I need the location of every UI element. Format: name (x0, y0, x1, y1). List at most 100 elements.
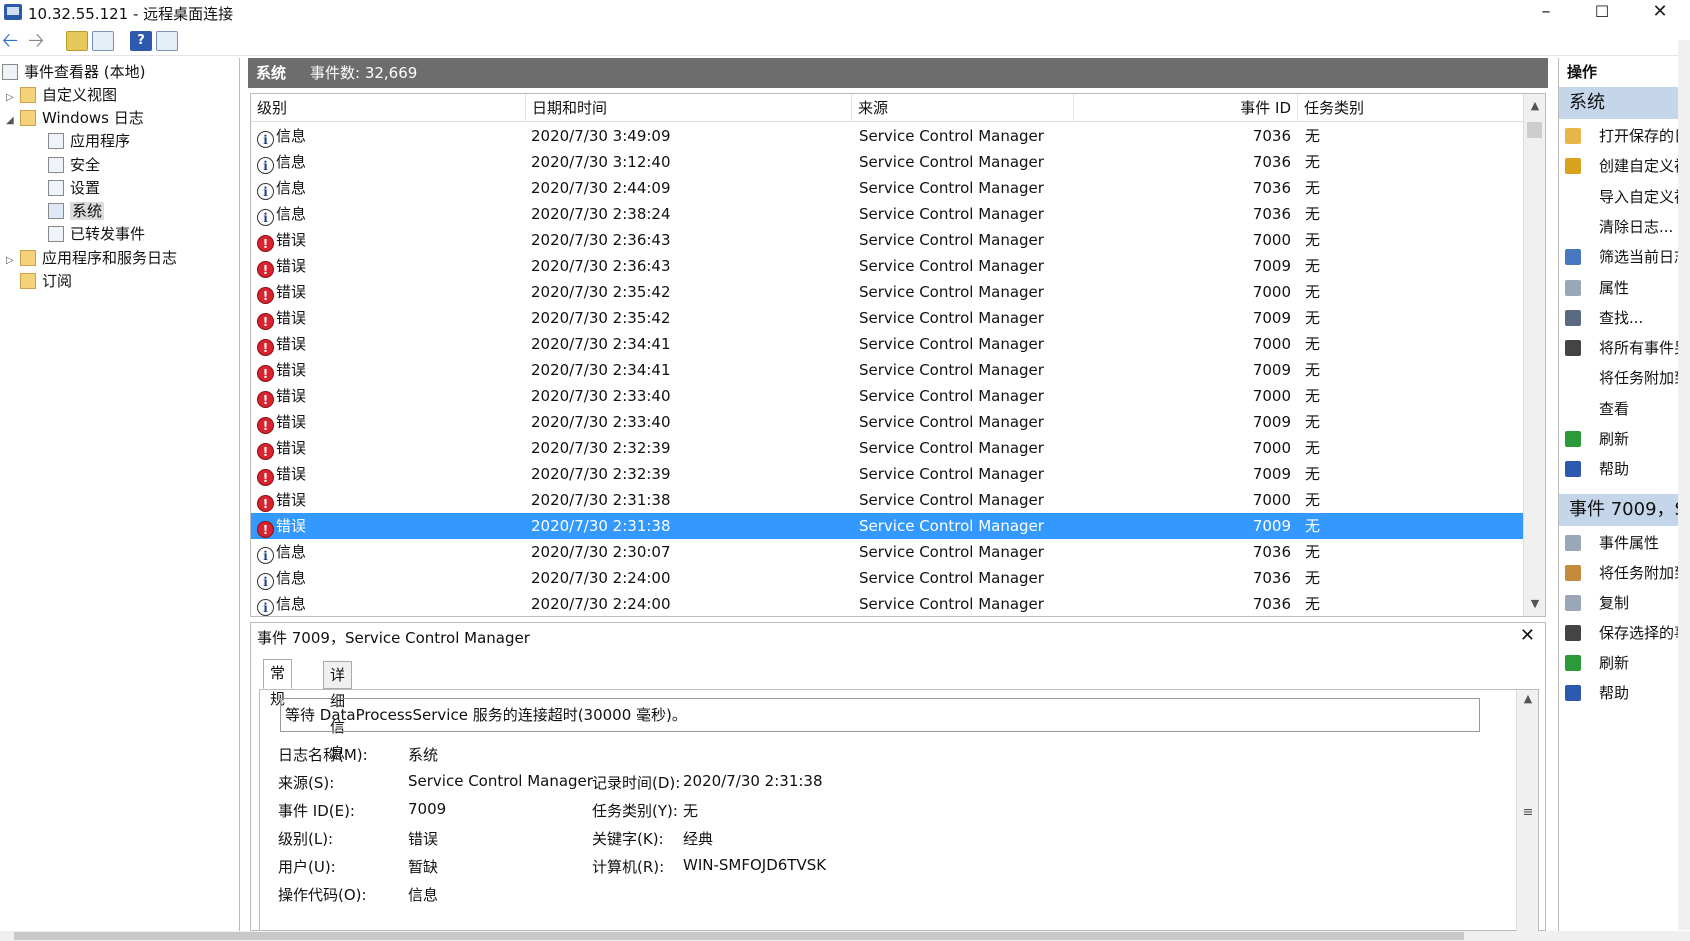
tab-general[interactable]: 常规 (263, 659, 293, 708)
event-message[interactable]: 等待 DataProcessService 服务的连接超时(30000 毫秒)。 (280, 698, 1480, 732)
level-text: 错误 (276, 517, 307, 535)
action-item[interactable]: 保存选择的事 (1559, 618, 1690, 648)
actions-section-event[interactable]: 事件 7009，S (1559, 494, 1690, 526)
scroll-grip-icon[interactable]: ≡ (1517, 805, 1539, 820)
column-header-source[interactable]: 来源 (852, 94, 1074, 122)
show-tree-icon[interactable] (92, 31, 114, 51)
maximize-icon[interactable]: ☐ (1574, 0, 1630, 26)
action-label: 属性 (1599, 278, 1630, 297)
table-row[interactable]: i 信息 2020/7/30 2:38:24 Service Control Mana… (251, 201, 1523, 227)
show-action-pane-icon[interactable] (156, 31, 178, 51)
table-row[interactable]: ! 错误 2020/7/30 2:33:40 Service Control Mana… (251, 383, 1523, 409)
action-item[interactable]: 创建自定义视 (1559, 151, 1690, 181)
help-icon (1565, 685, 1581, 701)
action-item[interactable]: 查看 (1559, 394, 1690, 424)
table-row[interactable]: ! 错误 2020/7/30 2:35:42 Service Control Mana… (251, 279, 1523, 305)
action-item[interactable]: 导入自定义视 (1559, 182, 1690, 212)
forward-arrow-icon[interactable]: 🡢 (28, 30, 50, 51)
info-icon: i (257, 599, 274, 616)
collapse-icon[interactable]: ◢ (6, 109, 20, 133)
level-text: 错误 (276, 335, 307, 353)
tree-item-windows-logs[interactable]: ◢ Windows 日志 (6, 106, 144, 130)
action-item[interactable]: 复制 (1559, 588, 1690, 618)
table-row[interactable]: i 信息 2020/7/30 3:12:40 Service Control Mana… (251, 149, 1523, 175)
detail-scrollbar[interactable]: ▲ ≡ (1516, 690, 1538, 933)
action-item[interactable]: 属性 (1559, 273, 1690, 303)
actions-section-system[interactable]: 系统 (1559, 87, 1690, 119)
scroll-thumb[interactable] (1527, 122, 1542, 138)
column-header-task[interactable]: 任务类别 (1298, 94, 1523, 122)
event-properties-icon (1565, 535, 1581, 551)
tree-item-setup[interactable]: 设置 (48, 176, 100, 200)
action-item[interactable]: 将任务附加到 (1559, 558, 1690, 588)
action-item[interactable]: 打开保存的日 (1559, 121, 1690, 151)
action-item[interactable]: 清除日志... (1559, 212, 1690, 242)
action-item[interactable]: 刷新 (1559, 648, 1690, 678)
column-header-event-id[interactable]: 事件 ID (1074, 94, 1298, 122)
close-icon[interactable]: ✕ (1632, 0, 1688, 26)
subscription-icon (20, 273, 36, 289)
table-row[interactable]: i 信息 2020/7/30 2:30:07 Service Control Mana… (251, 539, 1523, 565)
table-row[interactable]: ! 错误 2020/7/30 2:35:42 Service Control Mana… (251, 305, 1523, 331)
filter-icon (1565, 249, 1581, 266)
scroll-up-icon[interactable]: ▲ (1524, 96, 1545, 116)
source-cell: Service Control Manager (859, 491, 1044, 509)
tree-item-root[interactable]: 事件查看器 (本地) (2, 60, 145, 84)
action-item[interactable]: 将任务附加到 (1559, 363, 1690, 393)
tab-details[interactable]: 详细信息 (323, 661, 353, 762)
action-item[interactable]: 刷新 (1559, 424, 1690, 454)
table-row[interactable]: ! 错误 2020/7/30 2:31:38 Service Control Mana… (251, 513, 1523, 539)
tree-item-security[interactable]: 安全 (48, 153, 100, 177)
table-row[interactable]: ! 错误 2020/7/30 2:34:41 Service Control Mana… (251, 357, 1523, 383)
datetime-cell: 2020/7/30 2:32:39 (531, 439, 671, 457)
back-arrow-icon[interactable]: 🡠 (2, 30, 24, 51)
event-list-scrollbar[interactable]: ▲ ▼ (1523, 94, 1545, 616)
table-row[interactable]: ! 错误 2020/7/30 2:33:40 Service Control Mana… (251, 409, 1523, 435)
scroll-down-icon[interactable]: ▼ (1524, 594, 1545, 614)
table-row[interactable]: ! 错误 2020/7/30 2:36:43 Service Control Mana… (251, 227, 1523, 253)
table-row[interactable]: ! 错误 2020/7/30 2:36:43 Service Control Mana… (251, 253, 1523, 279)
task-cell: 无 (1305, 491, 1321, 509)
tree-item-system[interactable]: 系统 (48, 199, 105, 223)
copy-icon (1565, 595, 1581, 611)
column-header-datetime[interactable]: 日期和时间 (526, 94, 852, 122)
table-row[interactable]: i 信息 2020/7/30 2:24:00 Service Control Mana… (251, 591, 1523, 616)
close-detail-icon[interactable]: ✕ (1520, 625, 1535, 646)
scroll-thumb[interactable] (14, 932, 1464, 940)
task-cell: 无 (1305, 543, 1321, 561)
action-item[interactable]: 筛选当前日志 (1559, 242, 1690, 272)
table-row[interactable]: ! 错误 2020/7/30 2:34:41 Service Control Mana… (251, 331, 1523, 357)
action-item[interactable]: 将所有事件另 (1559, 333, 1690, 363)
table-row[interactable]: ! 错误 2020/7/30 2:32:39 Service Control Mana… (251, 461, 1523, 487)
action-item[interactable]: 帮助 (1559, 678, 1690, 708)
help-icon[interactable]: ? (130, 31, 152, 51)
table-row[interactable]: i 信息 2020/7/30 2:44:09 Service Control Mana… (251, 175, 1523, 201)
column-header-level[interactable]: 级别 (251, 94, 526, 122)
tree-item-application[interactable]: 应用程序 (48, 129, 130, 153)
scroll-up-icon[interactable]: ▲ (1517, 692, 1539, 705)
action-item[interactable]: 查找... (1559, 303, 1690, 333)
expand-icon[interactable]: ▷ (6, 249, 20, 273)
level-text: 错误 (276, 257, 307, 275)
tree-item-app-service-logs[interactable]: ▷ 应用程序和服务日志 (6, 246, 177, 270)
tree-item-forwarded-events[interactable]: 已转发事件 (48, 222, 145, 246)
table-row[interactable]: i 信息 2020/7/30 3:49:09 Service Control Mana… (251, 123, 1523, 149)
action-item[interactable]: 事件属性 (1559, 528, 1690, 558)
table-row[interactable]: ! 错误 2020/7/30 2:32:39 Service Control Mana… (251, 435, 1523, 461)
level-cell: i 信息 (257, 201, 306, 227)
tree-item-subscriptions[interactable]: 订阅 (20, 269, 72, 293)
up-folder-icon[interactable] (66, 31, 88, 51)
task-cell: 无 (1305, 439, 1321, 457)
table-row[interactable]: i 信息 2020/7/30 2:24:00 Service Control Mana… (251, 565, 1523, 591)
attach-task-icon (1565, 565, 1581, 581)
table-row[interactable]: ! 错误 2020/7/30 2:31:38 Service Control Mana… (251, 487, 1523, 513)
tree-item-custom-views[interactable]: ▷ 自定义视图 (6, 83, 117, 107)
event-list: 级别 日期和时间 来源 事件 ID 任务类别 i 信息 2020/7/30 3:49… (250, 93, 1546, 617)
window-horizontal-scrollbar[interactable] (0, 931, 1690, 941)
log-icon (48, 180, 64, 196)
action-item[interactable]: 帮助 (1559, 454, 1690, 484)
minimize-icon[interactable]: – (1518, 0, 1574, 26)
event-id-cell: 7009 (1252, 517, 1291, 535)
error-icon: ! (257, 495, 274, 512)
window-vertical-scrollbar[interactable] (1678, 40, 1690, 930)
